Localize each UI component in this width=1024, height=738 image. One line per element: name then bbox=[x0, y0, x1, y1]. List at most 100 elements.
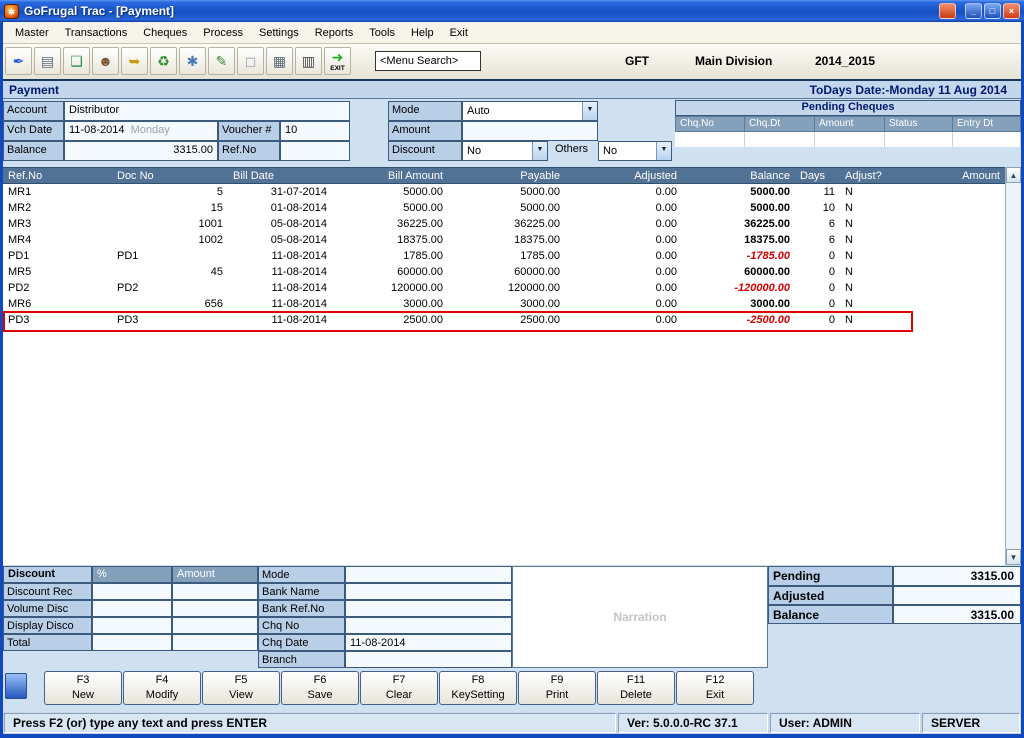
grid-icon: ▦ bbox=[272, 52, 287, 69]
discount-col-amount: Amount bbox=[172, 566, 258, 583]
close-button[interactable]: × bbox=[1003, 3, 1020, 19]
volume-disc-amount-field[interactable] bbox=[172, 600, 258, 617]
vch-date-field[interactable]: 11-08-2014 Monday bbox=[64, 121, 218, 141]
save-icon[interactable]: ▤ bbox=[34, 47, 61, 75]
table-row[interactable]: MR3 1001 05-08-2014 36225.00 36225.00 0.00 362… bbox=[3, 216, 1005, 232]
table-row[interactable]: MR2 15 01-08-2014 5000.00 5000.00 0.00 5000.00… bbox=[3, 200, 1005, 216]
import-icon[interactable]: ➥ bbox=[121, 47, 148, 75]
discount-row-label: Display Disco bbox=[3, 617, 92, 634]
table-row[interactable]: MR6 656 11-08-2014 3000.00 3000.00 0.00 3000.0… bbox=[3, 296, 1005, 312]
scrollbar-track[interactable] bbox=[1006, 183, 1021, 549]
process-icon[interactable]: ✱ bbox=[179, 47, 206, 75]
print-icon[interactable]: ▥ bbox=[295, 47, 322, 75]
f3-new-button[interactable]: F3 New bbox=[44, 671, 122, 705]
scroll-up-icon[interactable]: ▲ bbox=[1006, 167, 1021, 183]
display-disc-amount-field[interactable] bbox=[172, 617, 258, 634]
others-value: No bbox=[603, 145, 618, 157]
table-row[interactable]: MR5 45 11-08-2014 60000.00 60000.00 0.00 60000… bbox=[3, 264, 1005, 280]
menu-search-input[interactable] bbox=[375, 51, 481, 71]
cell-bill: 18375.00 bbox=[397, 234, 443, 246]
others-select[interactable]: No ▼ bbox=[598, 141, 672, 161]
vertical-scrollbar[interactable]: ▲ ▼ bbox=[1005, 167, 1021, 565]
chevron-down-icon[interactable]: ▼ bbox=[582, 102, 597, 120]
voucher-field[interactable]: 10 bbox=[280, 121, 350, 141]
page-title: Payment bbox=[9, 82, 60, 97]
f6-save-button[interactable]: F6 Save bbox=[281, 671, 359, 705]
bank-name-label: Bank Name bbox=[258, 583, 345, 600]
table-body: MR1 5 31-07-2014 5000.00 5000.00 0.00 5000.00 1… bbox=[3, 184, 1005, 565]
chq-no-field[interactable] bbox=[345, 617, 512, 634]
discount-select[interactable]: No ▼ bbox=[462, 141, 548, 161]
menu-exit[interactable]: Exit bbox=[442, 24, 476, 42]
discount-corner: Discount bbox=[3, 566, 92, 583]
fn-key: F12 bbox=[705, 674, 725, 686]
f5-view-button[interactable]: F5 View bbox=[202, 671, 280, 705]
status-server: SERVER bbox=[922, 713, 1020, 733]
f8-keysetting-button[interactable]: F8 KeySetting bbox=[439, 671, 517, 705]
table-row[interactable]: PD3 PD3 11-08-2014 2500.00 2500.00 0.00 -2500.… bbox=[3, 311, 1005, 332]
refresh-icon[interactable]: ♻ bbox=[150, 47, 177, 75]
menu-tools[interactable]: Tools bbox=[361, 24, 403, 42]
financial-year: 2014_2015 bbox=[815, 54, 876, 68]
blank-icon: ◻ bbox=[244, 52, 257, 69]
chq-date-field[interactable]: 11-08-2014 bbox=[345, 634, 512, 651]
shortcut-button[interactable] bbox=[5, 673, 27, 699]
table-row[interactable]: PD2 PD2 11-08-2014 120000.00 120000.00 0.00 -1… bbox=[3, 280, 1005, 296]
fn-key: F4 bbox=[155, 674, 169, 686]
account-field[interactable]: Distributor bbox=[64, 101, 350, 121]
mode-row-field[interactable] bbox=[345, 566, 512, 583]
grid-icon[interactable]: ▦ bbox=[266, 47, 293, 75]
amount-field[interactable] bbox=[462, 121, 598, 141]
f9-print-button[interactable]: F9 Print bbox=[518, 671, 596, 705]
f12-exit-button[interactable]: F12 Exit bbox=[676, 671, 754, 705]
refno-field[interactable] bbox=[280, 141, 350, 161]
chevron-down-icon[interactable]: ▼ bbox=[656, 142, 671, 160]
pending-value: 3315.00 bbox=[893, 566, 1021, 586]
col-chqdt: Chq.Dt bbox=[745, 116, 815, 132]
table-row[interactable]: MR1 5 31-07-2014 5000.00 5000.00 0.00 5000.00 1… bbox=[3, 184, 1005, 200]
f4-modify-button[interactable]: F4 Modify bbox=[123, 671, 201, 705]
cell-payable: 1785.00 bbox=[520, 250, 560, 262]
menu-help[interactable]: Help bbox=[403, 24, 442, 42]
mode-select[interactable]: Auto ▼ bbox=[462, 101, 598, 121]
maximize-button[interactable]: □ bbox=[984, 3, 1001, 19]
display-disc-percent-field[interactable] bbox=[92, 617, 172, 634]
bank-name-field[interactable] bbox=[345, 583, 512, 600]
exit-icon[interactable]: ➜ EXIT bbox=[324, 47, 351, 75]
cell-amount bbox=[886, 264, 1005, 280]
table-row[interactable]: PD1 PD1 11-08-2014 1785.00 1785.00 0.00 -1785.… bbox=[3, 248, 1005, 264]
volume-disc-percent-field[interactable] bbox=[92, 600, 172, 617]
discount-rec-amount-field[interactable] bbox=[172, 583, 258, 600]
discount-value: No bbox=[467, 145, 482, 157]
discount-rec-percent-field[interactable] bbox=[92, 583, 172, 600]
menu-transactions[interactable]: Transactions bbox=[57, 24, 136, 42]
menu-process[interactable]: Process bbox=[195, 24, 251, 42]
mode-row-label: Mode bbox=[258, 566, 345, 583]
mdi-close-button[interactable] bbox=[939, 3, 956, 19]
statusbar: Press F2 (or) type any text and press EN… bbox=[3, 712, 1021, 734]
cell-adjusted: 0.00 bbox=[655, 218, 677, 230]
browse-icon[interactable]: ❏ bbox=[63, 47, 90, 75]
f7-clear-button[interactable]: F7 Clear bbox=[360, 671, 438, 705]
col-balance: Balance bbox=[750, 170, 790, 182]
cell-date: 11-08-2014 bbox=[271, 314, 327, 326]
menu-master[interactable]: Master bbox=[7, 24, 57, 42]
accounts-icon[interactable]: ☻ bbox=[92, 47, 119, 75]
menu-cheques[interactable]: Cheques bbox=[135, 24, 195, 42]
menu-settings[interactable]: Settings bbox=[251, 24, 307, 42]
branch-field[interactable] bbox=[345, 651, 512, 668]
narration-input[interactable]: Narration bbox=[512, 566, 768, 668]
edit-icon[interactable]: ✎ bbox=[208, 47, 235, 75]
balance-total-value: 3315.00 bbox=[893, 605, 1021, 624]
f11-delete-button[interactable]: F11 Delete bbox=[597, 671, 675, 705]
minimize-button[interactable]: _ bbox=[965, 3, 982, 19]
table-row[interactable]: MR4 1002 05-08-2014 18375.00 18375.00 0.00 183… bbox=[3, 232, 1005, 248]
chevron-down-icon[interactable]: ▼ bbox=[532, 142, 547, 160]
menu-reports[interactable]: Reports bbox=[307, 24, 362, 42]
cell-doc: 656 bbox=[204, 298, 223, 310]
new-voucher-icon[interactable]: ✒ bbox=[5, 47, 32, 75]
blank-icon[interactable]: ◻ bbox=[237, 47, 264, 75]
scroll-down-icon[interactable]: ▼ bbox=[1006, 549, 1021, 565]
fn-label: View bbox=[229, 689, 253, 701]
bank-refno-field[interactable] bbox=[345, 600, 512, 617]
